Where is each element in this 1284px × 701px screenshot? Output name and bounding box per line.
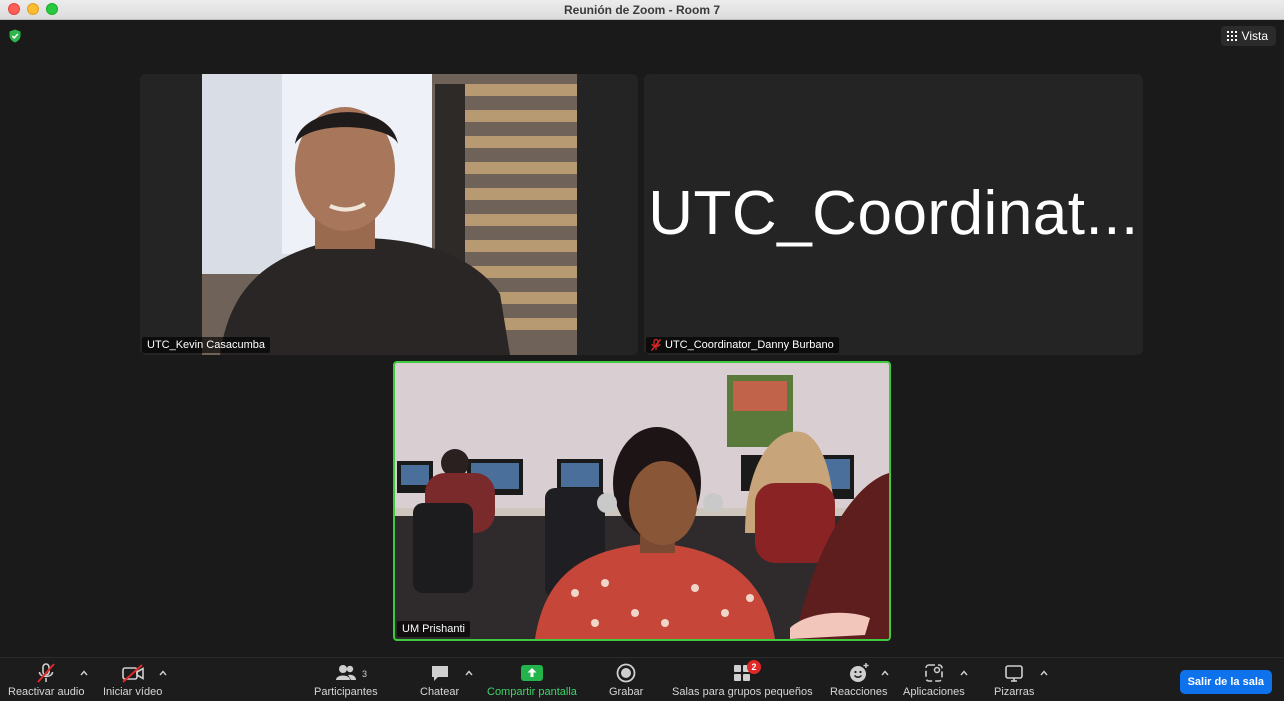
video-tile-prishanti[interactable]: UM Prishanti	[393, 361, 891, 641]
security-shield-icon[interactable]	[8, 29, 22, 43]
meeting-stage: Vista UTC_Kevin Casacumba UTC_Coordinat.…	[0, 21, 1284, 657]
whiteboards-label: Pizarras	[994, 686, 1035, 698]
record-button[interactable]: Grabar	[609, 662, 643, 698]
reactions-options-chevron-up-icon[interactable]	[880, 668, 890, 678]
chat-options-chevron-up-icon[interactable]	[464, 668, 474, 678]
record-label: Grabar	[609, 686, 644, 698]
participant-video-kevin	[140, 74, 638, 355]
apps-button[interactable]: Aplicaciones	[903, 662, 965, 698]
meeting-toolbar: Reactivar audio Iniciar vídeo Participan…	[0, 657, 1284, 701]
whiteboard-icon	[1005, 665, 1023, 682]
view-button-label: Vista	[1241, 29, 1268, 43]
video-off-icon	[121, 664, 144, 683]
whiteboards-button[interactable]: Pizarras	[994, 662, 1034, 698]
breakout-rooms-badge: 2	[747, 660, 761, 674]
unmute-audio-button[interactable]: Reactivar audio	[8, 662, 84, 698]
share-screen-icon	[520, 665, 543, 681]
apps-options-chevron-up-icon[interactable]	[959, 668, 969, 678]
view-button[interactable]: Vista	[1220, 26, 1276, 46]
smiley-plus-icon	[849, 663, 869, 682]
participant-video-prishanti	[395, 363, 889, 639]
breakout-rooms-label: Salas para grupos pequeños	[672, 686, 813, 698]
unmute-audio-label: Reactivar audio	[8, 686, 85, 698]
participant-name: UTC_Coordinator_Danny Burbano	[665, 339, 834, 351]
participant-name-tag: UTC_Kevin Casacumba	[142, 337, 270, 353]
window-titlebar: Reunión de Zoom - Room 7	[0, 0, 1284, 20]
share-screen-label: Compartir pantalla	[487, 686, 577, 698]
audio-options-chevron-up-icon[interactable]	[79, 668, 89, 678]
whiteboards-options-chevron-up-icon[interactable]	[1039, 668, 1049, 678]
participant-name-tag: UTC_Coordinator_Danny Burbano	[646, 337, 839, 353]
muted-mic-icon	[37, 663, 55, 683]
apps-icon	[925, 664, 943, 682]
video-tile-kevin[interactable]: UTC_Kevin Casacumba	[140, 74, 638, 355]
participants-label: Participantes	[314, 686, 378, 698]
apps-label: Aplicaciones	[903, 686, 965, 698]
participants-button[interactable]: Participantes	[314, 662, 378, 698]
record-icon	[616, 663, 636, 683]
start-video-button[interactable]: Iniciar vídeo	[103, 662, 162, 698]
grid-view-icon	[1226, 31, 1237, 41]
chat-button[interactable]: Chatear	[420, 662, 459, 698]
leave-room-button[interactable]: Salir de la sala	[1179, 670, 1272, 694]
breakout-rooms-button[interactable]: Salas para grupos pequeños	[672, 662, 813, 698]
reactions-button[interactable]: Reacciones	[830, 662, 887, 698]
chat-label: Chatear	[420, 686, 460, 698]
video-tile-danny[interactable]: UTC_Coordinat... UTC_Coordinator_Danny B…	[644, 74, 1143, 355]
window-title: Reunión de Zoom - Room 7	[564, 3, 720, 17]
participant-name-tag: UM Prishanti	[397, 621, 470, 637]
participants-icon	[335, 665, 356, 680]
video-options-chevron-up-icon[interactable]	[158, 668, 168, 678]
reactions-label: Reacciones	[830, 686, 888, 698]
muted-mic-icon	[651, 339, 661, 351]
participants-count: 3	[362, 669, 368, 679]
participant-name: UTC_Kevin Casacumba	[147, 339, 265, 351]
participant-name: UM Prishanti	[402, 623, 465, 635]
start-video-label: Iniciar vídeo	[103, 686, 163, 698]
chat-bubble-icon	[431, 666, 448, 681]
share-screen-button[interactable]: Compartir pantalla	[487, 662, 577, 698]
participant-display-name: UTC_Coordinat...	[648, 179, 1139, 248]
